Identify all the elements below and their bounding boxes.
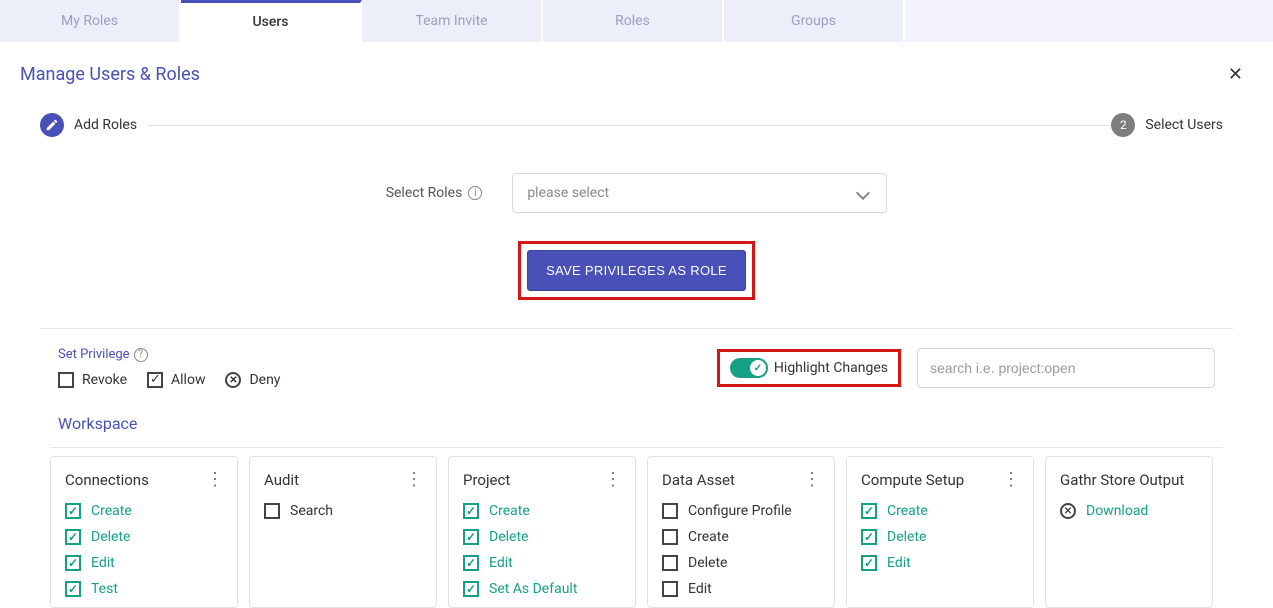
kebab-icon[interactable]: ⋮ xyxy=(1002,471,1019,489)
priv-dataasset-create[interactable]: ✓Create xyxy=(662,529,820,545)
priv-gathr-download[interactable]: ✕Download xyxy=(1060,503,1198,519)
priv-project-edit[interactable]: ✓Edit xyxy=(463,555,621,571)
kebab-icon[interactable]: ⋮ xyxy=(405,471,422,489)
pencil-icon xyxy=(45,118,59,132)
highlight-changes-toggle[interactable]: ✓ xyxy=(730,358,768,378)
priv-project-delete[interactable]: ✓Delete xyxy=(463,529,621,545)
tabs-row: My Roles Users Team Invite Roles Groups xyxy=(0,0,1273,42)
cards-strip: Connections ⋮ ✓Create ✓Delete ✓Edit ✓Tes… xyxy=(50,447,1223,608)
priv-connections-test[interactable]: ✓Test xyxy=(65,581,223,597)
card-compute-setup: Compute Setup ⋮ ✓Create ✓Delete ✓Edit xyxy=(846,456,1034,608)
step2-badge: 2 xyxy=(1111,113,1135,137)
stepper: Add Roles 2 Select Users xyxy=(0,85,1273,145)
select-roles-label: Select Roles i xyxy=(386,185,483,201)
card-title: Audit xyxy=(264,471,299,489)
highlight-changes-highlight-box: ✓ Highlight Changes xyxy=(717,349,901,387)
legend-allow[interactable]: Allow xyxy=(147,372,205,388)
card-title: Gathr Store Output xyxy=(1060,471,1184,489)
save-button-highlight-box: SAVE PRIVILEGES AS ROLE xyxy=(518,241,755,300)
priv-project-create[interactable]: ✓Create xyxy=(463,503,621,519)
card-project: Project ⋮ ✓Create ✓Delete ✓Edit ✓Set As … xyxy=(448,456,636,608)
help-icon[interactable]: ? xyxy=(134,348,148,362)
save-privileges-button[interactable]: SAVE PRIVILEGES AS ROLE xyxy=(527,250,746,291)
select-roles-placeholder: please select xyxy=(527,185,609,201)
priv-project-set-default[interactable]: ✓Set As Default xyxy=(463,581,621,597)
workspace-heading: Workspace xyxy=(0,388,1273,439)
privilege-legend: Revoke Allow Deny xyxy=(58,372,280,388)
card-data-asset: Data Asset ⋮ ✓Configure Profile ✓Create … xyxy=(647,456,835,608)
priv-connections-edit[interactable]: ✓Edit xyxy=(65,555,223,571)
deny-icon xyxy=(225,372,241,388)
tab-team-invite[interactable]: Team Invite xyxy=(362,0,543,42)
card-title: Connections xyxy=(65,471,149,489)
step-connector xyxy=(147,125,1111,126)
select-roles-dropdown[interactable]: please select xyxy=(512,173,887,213)
privilege-search-input[interactable] xyxy=(917,348,1215,388)
kebab-icon[interactable]: ⋮ xyxy=(206,471,223,489)
chevron-down-icon xyxy=(856,186,870,200)
allow-icon xyxy=(147,372,163,388)
tab-roles[interactable]: Roles xyxy=(543,0,724,42)
toggle-knob-check-icon: ✓ xyxy=(750,360,766,376)
kebab-icon[interactable]: ⋮ xyxy=(803,471,820,489)
card-gathr-store: Gathr Store Output ✕Download xyxy=(1045,456,1213,608)
priv-dataasset-delete[interactable]: ✓Delete xyxy=(662,555,820,571)
card-title: Compute Setup xyxy=(861,471,964,489)
priv-compute-delete[interactable]: ✓Delete xyxy=(861,529,1019,545)
card-connections: Connections ⋮ ✓Create ✓Delete ✓Edit ✓Tes… xyxy=(50,456,238,608)
card-title: Data Asset xyxy=(662,471,735,489)
highlight-changes-label: Highlight Changes xyxy=(774,360,888,376)
priv-dataasset-edit[interactable]: ✓Edit xyxy=(662,581,820,597)
priv-dataasset-configure[interactable]: ✓Configure Profile xyxy=(662,503,820,519)
kebab-icon[interactable]: ⋮ xyxy=(604,471,621,489)
step1-label: Add Roles xyxy=(74,117,137,133)
priv-connections-create[interactable]: ✓Create xyxy=(65,503,223,519)
info-icon[interactable]: i xyxy=(468,186,482,200)
set-privilege-label: Set Privilege ? xyxy=(58,347,280,362)
page-title: Manage Users & Roles xyxy=(20,64,200,85)
priv-connections-delete[interactable]: ✓Delete xyxy=(65,529,223,545)
tab-users[interactable]: Users xyxy=(181,0,362,42)
revoke-icon xyxy=(58,372,74,388)
step1-badge xyxy=(40,113,64,137)
priv-compute-edit[interactable]: ✓Edit xyxy=(861,555,1019,571)
legend-deny[interactable]: Deny xyxy=(225,372,280,388)
priv-compute-create[interactable]: ✓Create xyxy=(861,503,1019,519)
tab-groups[interactable]: Groups xyxy=(724,0,905,42)
legend-revoke[interactable]: Revoke xyxy=(58,372,127,388)
close-icon[interactable]: ✕ xyxy=(1228,64,1243,85)
priv-audit-search[interactable]: ✓Search xyxy=(264,503,422,519)
card-title: Project xyxy=(463,471,510,489)
card-audit: Audit ⋮ ✓Search xyxy=(249,456,437,608)
tab-my-roles[interactable]: My Roles xyxy=(0,0,181,42)
step2-label: Select Users xyxy=(1145,117,1223,133)
